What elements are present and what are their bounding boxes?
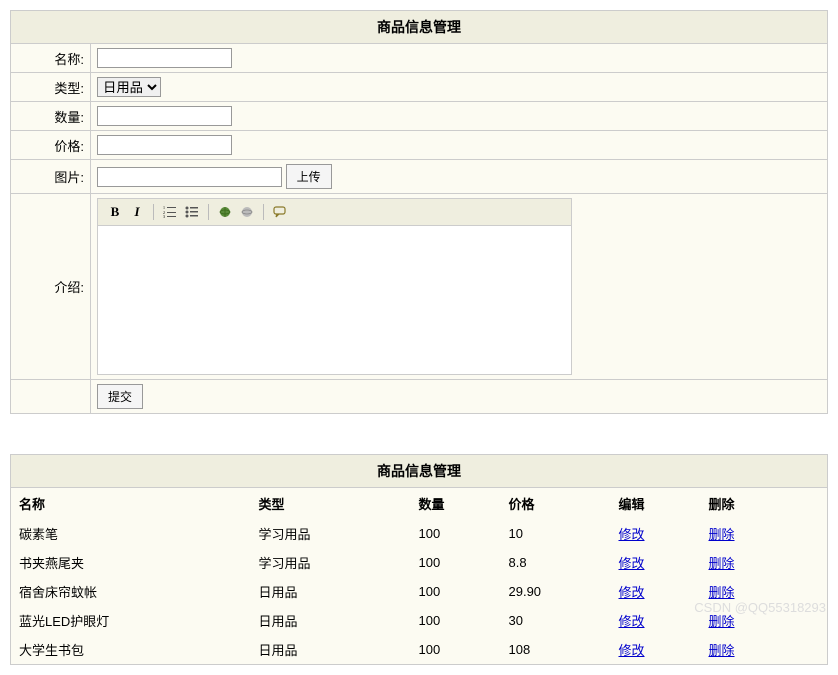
type-select[interactable]: 日用品	[97, 77, 161, 97]
cell-name: 书夹燕尾夹	[11, 548, 251, 577]
delete-link[interactable]: 删除	[709, 556, 735, 571]
cell-name: 大学生书包	[11, 635, 251, 665]
label-intro: 介绍:	[11, 194, 91, 380]
bold-icon[interactable]: B	[106, 203, 124, 221]
unlink-icon[interactable]	[238, 203, 256, 221]
edit-link[interactable]: 修改	[619, 556, 645, 571]
cell-price: 108	[501, 635, 611, 665]
col-edit: 编辑	[611, 488, 701, 520]
delete-link[interactable]: 删除	[709, 527, 735, 542]
edit-link[interactable]: 修改	[619, 527, 645, 542]
cell-price: 10	[501, 519, 611, 548]
form-title: 商品信息管理	[11, 11, 828, 44]
cell-qty: 100	[411, 606, 501, 635]
separator	[263, 204, 264, 220]
cell-qty: 100	[411, 635, 501, 665]
table-row: 蓝光LED护眼灯日用品10030 修改 删除	[11, 606, 828, 635]
label-type: 类型:	[11, 73, 91, 102]
table-row: 碳素笔学习用品10010 修改 删除	[11, 519, 828, 548]
name-input[interactable]	[97, 48, 232, 68]
col-qty: 数量	[411, 488, 501, 520]
table-row: 书夹燕尾夹学习用品1008.8 修改 删除	[11, 548, 828, 577]
col-name: 名称	[11, 488, 251, 520]
qty-input[interactable]	[97, 106, 232, 126]
delete-link[interactable]: 删除	[709, 643, 735, 658]
cell-qty: 100	[411, 577, 501, 606]
cell-name: 宿舍床帘蚊帐	[11, 577, 251, 606]
comment-icon[interactable]	[271, 203, 289, 221]
editor-textarea[interactable]	[97, 225, 572, 375]
editor-toolbar: B I 123	[97, 198, 572, 225]
list-title: 商品信息管理	[11, 455, 828, 488]
unordered-list-icon[interactable]	[183, 203, 201, 221]
delete-link[interactable]: 删除	[709, 585, 735, 600]
cell-qty: 100	[411, 548, 501, 577]
cell-qty: 100	[411, 519, 501, 548]
cell-type: 学习用品	[251, 548, 411, 577]
rich-editor: B I 123	[97, 198, 572, 375]
product-list-table: 商品信息管理 名称 类型 数量 价格 编辑 删除 碳素笔学习用品10010修改删…	[10, 454, 828, 665]
delete-link[interactable]: 删除	[709, 614, 735, 629]
cell-type: 学习用品	[251, 519, 411, 548]
ordered-list-icon[interactable]: 123	[161, 203, 179, 221]
col-type: 类型	[251, 488, 411, 520]
edit-link[interactable]: 修改	[619, 643, 645, 658]
label-qty: 数量:	[11, 102, 91, 131]
cell-type: 日用品	[251, 577, 411, 606]
label-image: 图片:	[11, 160, 91, 194]
edit-link[interactable]: 修改	[619, 614, 645, 629]
cell-type: 日用品	[251, 606, 411, 635]
table-row: 宿舍床帘蚊帐日用品10029.90 修改 删除	[11, 577, 828, 606]
cell-price: 30	[501, 606, 611, 635]
cell-name: 蓝光LED护眼灯	[11, 606, 251, 635]
image-path-input[interactable]	[97, 167, 282, 187]
cell-name: 碳素笔	[11, 519, 251, 548]
table-row: 大学生书包日用品100108 修改 删除	[11, 635, 828, 665]
col-price: 价格	[501, 488, 611, 520]
label-name: 名称:	[11, 44, 91, 73]
link-icon[interactable]	[216, 203, 234, 221]
separator	[208, 204, 209, 220]
col-delete: 删除	[701, 488, 828, 520]
cell-type: 日用品	[251, 635, 411, 665]
separator	[153, 204, 154, 220]
price-input[interactable]	[97, 135, 232, 155]
cell-price: 8.8	[501, 548, 611, 577]
cell-price: 29.90	[501, 577, 611, 606]
italic-icon[interactable]: I	[128, 203, 146, 221]
label-price: 价格:	[11, 131, 91, 160]
edit-link[interactable]: 修改	[619, 585, 645, 600]
svg-text:3: 3	[163, 214, 165, 219]
submit-button[interactable]: 提交	[97, 384, 143, 409]
upload-button[interactable]: 上传	[286, 164, 332, 189]
product-form-table: 商品信息管理 名称: 类型: 日用品 数量: 价格: 图片: 上传 介绍: B	[10, 10, 828, 414]
